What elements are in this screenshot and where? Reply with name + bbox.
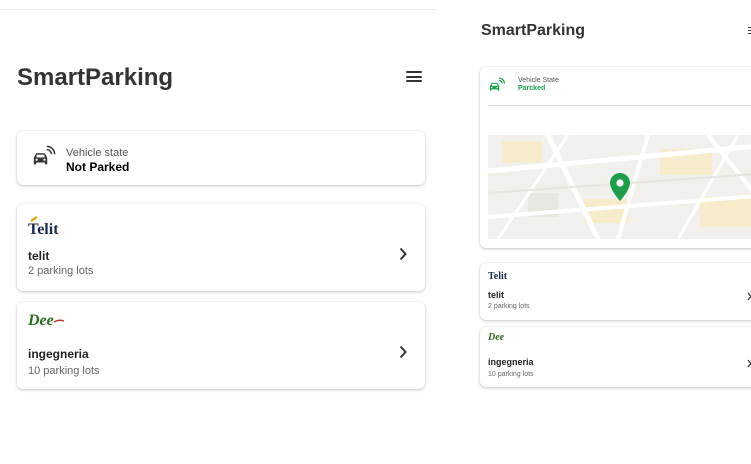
parking-lot-count: 10 parking lots [488,371,534,378]
parking-lot-name: ingegneria [28,347,89,361]
parking-lot-card-telit[interactable]: Telit telit 2 parking lots [17,204,425,291]
car-signal-icon [33,145,56,165]
telit-logo: Telit [28,216,68,238]
parking-lot-count: 10 parking lots [28,365,100,377]
location-map[interactable] [488,135,751,239]
chevron-right-icon [397,247,409,261]
vehicle-state-value: Parcked [518,85,546,92]
telit-logo-text: Telit [28,221,59,238]
parking-lot-card-ingegneria[interactable]: Dee ingegneria 10 parking lots [480,327,751,387]
chevron-right-icon [745,358,751,368]
vehicle-state-label: Vehicle state [66,147,129,159]
parking-lot-card-ingegneria[interactable]: Dee ingegneria 10 parking lots [17,302,425,389]
parking-lot-count: 2 parking lots [488,303,530,310]
screen-parked: SmartParking Vehicle State Parcked Telit… [470,0,751,464]
screen-not-parked: SmartParking Vehicle state Not Parked Te… [0,0,437,464]
car-signal-icon [489,77,505,91]
parking-lot-card-telit[interactable]: Telit telit 2 parking lots [480,263,751,320]
parking-lot-name: telit [488,290,505,300]
parking-lot-name: ingegneria [488,357,534,367]
parking-lot-count: 2 parking lots [28,265,94,277]
dee-logo: Dee [488,332,505,343]
top-divider [0,9,437,10]
telit-logo: Telit [488,271,508,282]
app-title: SmartParking [481,22,586,39]
vehicle-state-label: Vehicle State [518,77,559,84]
chevron-right-icon [397,345,409,359]
vehicle-state-card[interactable]: Vehicle state Not Parked [17,131,425,185]
state-divider [488,105,751,106]
chevron-right-icon [745,291,751,301]
dee-logo: Dee [28,312,68,334]
vehicle-state-card[interactable]: Vehicle State Parcked [480,67,751,248]
app-title: SmartParking [17,64,174,91]
parking-lot-name: telit [28,249,50,263]
map-pin-icon [610,173,630,201]
vehicle-state-value: Not Parked [66,160,130,174]
menu-icon[interactable] [406,71,422,82]
